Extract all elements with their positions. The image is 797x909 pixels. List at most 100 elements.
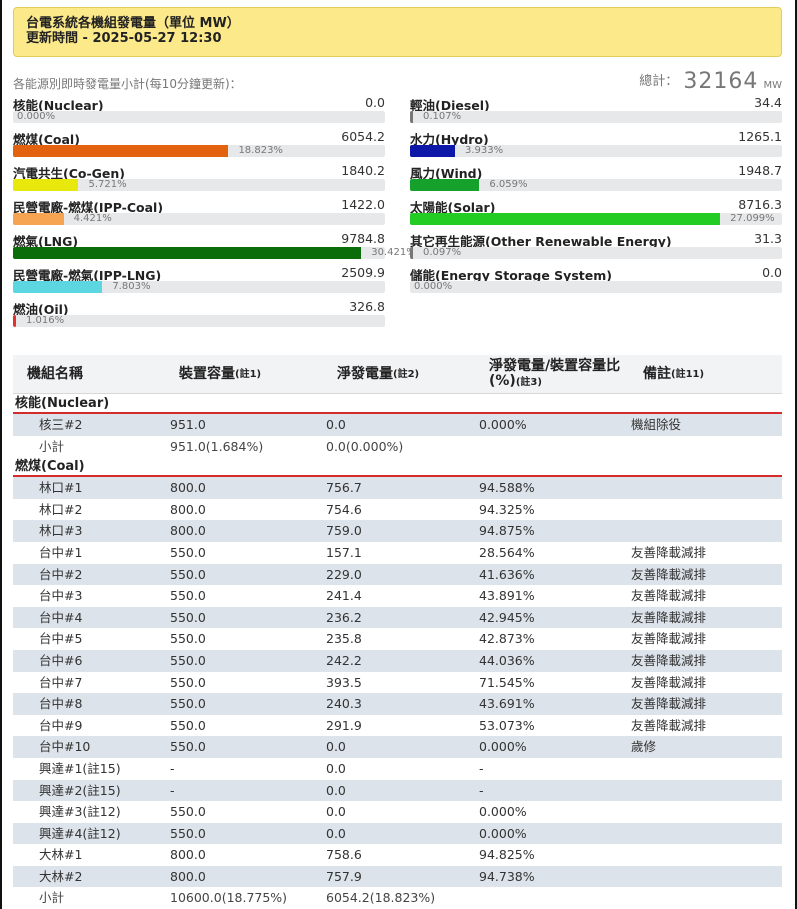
cell-capacity: 550.0 xyxy=(170,825,206,841)
header-unit-name[interactable]: 機組名稱 xyxy=(27,355,83,394)
cell-output: 0.0 xyxy=(326,739,346,755)
energy-value: 1948.7 xyxy=(738,163,782,178)
energy-percent: 3.933% xyxy=(465,145,504,156)
energy-percent: 1.016% xyxy=(26,315,65,326)
cell-ratio: 42.873% xyxy=(479,631,535,647)
cell-unit: 興達#1(註15) xyxy=(39,760,121,776)
cell-unit: 林口#2 xyxy=(39,501,83,517)
header-capacity[interactable]: 裝置容量 (註1) xyxy=(179,355,261,394)
cell-output: 0.0 xyxy=(326,417,346,432)
cell-capacity: 550.0 xyxy=(170,717,206,733)
cell-output: 235.8 xyxy=(326,631,362,647)
energy-percent: 6.059% xyxy=(489,179,528,190)
energy-value: 1265.1 xyxy=(738,129,782,144)
energy-percent: 0.000% xyxy=(414,281,453,292)
cell-output: 241.4 xyxy=(326,588,362,604)
cell-ratio: 94.738% xyxy=(479,868,535,884)
energy-bar-fill xyxy=(410,247,413,259)
energy-bar-track xyxy=(410,281,782,293)
cell-capacity: 10600.0(18.775%) xyxy=(170,890,288,906)
cell-ratio: 53.073% xyxy=(479,717,535,733)
cell-note: 友善降載減排 xyxy=(631,588,707,604)
table-row: 台中#1 550.0 157.1 28.564% 友善降載減排 xyxy=(13,542,782,564)
energy-bar-fill xyxy=(410,111,413,123)
cell-capacity: 550.0 xyxy=(170,566,206,582)
header-output-ratio[interactable]: 淨發電量/裝置容量比(%)(註3) xyxy=(489,355,639,394)
total-value: 32164 xyxy=(683,69,759,94)
cell-ratio: 71.545% xyxy=(479,674,535,690)
summary-header: 各能源別即時發電量小計(每10分鐘更新)： 總計： 32164 MW xyxy=(13,69,782,94)
cell-ratio: 94.588% xyxy=(479,480,535,496)
energy-bar-track xyxy=(13,281,385,293)
cell-output: 229.0 xyxy=(326,566,362,582)
header-remarks[interactable]: 備註 (註11) xyxy=(643,355,704,394)
cell-ratio: 0.000% xyxy=(479,417,527,432)
cell-unit: 台中#5 xyxy=(39,631,83,647)
energy-bar-fill xyxy=(13,247,362,259)
energy-percent: 27.099% xyxy=(730,213,775,224)
energy-value: 6054.2 xyxy=(341,129,385,144)
cell-output: 393.5 xyxy=(326,674,362,690)
cell-output: 759.0 xyxy=(326,523,362,539)
cell-note: 友善降載減排 xyxy=(631,631,707,647)
cell-ratio: 42.945% xyxy=(479,609,535,625)
table-row: 興達#4(註12) 550.0 0.0 0.000% xyxy=(13,822,782,845)
cell-unit: 台中#2 xyxy=(39,566,83,582)
cell-output: 0.0 xyxy=(326,804,346,820)
cell-note: 友善降載減排 xyxy=(631,609,707,625)
cell-output: 754.6 xyxy=(326,501,362,517)
cell-note: 機組除役 xyxy=(631,417,682,432)
energy-percent: 5.721% xyxy=(88,179,127,190)
cell-ratio: 0.000% xyxy=(479,804,527,820)
cell-unit: 台中#6 xyxy=(39,652,83,668)
cell-note: 友善降載減排 xyxy=(631,566,707,582)
energy-item: 燃油(Oil) 326.8 1.016% xyxy=(13,299,385,333)
cell-unit: 小計 xyxy=(39,438,65,454)
cell-capacity: 800.0 xyxy=(170,847,206,863)
energy-bar-track xyxy=(13,213,385,225)
cell-output: 757.9 xyxy=(326,868,362,884)
cell-ratio: 43.691% xyxy=(479,696,535,712)
cell-output: 242.2 xyxy=(326,652,362,668)
energy-item: 燃煤(Coal) 6054.2 18.823% xyxy=(13,129,385,163)
energy-item: 民營電廠-燃氣(IPP-LNG) 2509.9 7.803% xyxy=(13,265,385,299)
cell-capacity: 800.0 xyxy=(170,523,206,539)
table-row: 台中#7 550.0 393.5 71.545% 友善降載減排 xyxy=(13,672,782,694)
cell-ratio: 28.564% xyxy=(479,544,535,560)
cell-ratio: 44.036% xyxy=(479,652,535,668)
table-row: 興達#3(註12) 550.0 0.0 0.000% xyxy=(13,801,782,823)
energy-list-left: 核能(Nuclear) 0.0 0.000% 燃煤(Coal) 6054.2 18.823… xyxy=(13,95,416,333)
cell-ratio: 43.891% xyxy=(479,588,535,604)
table-row: 台中#5 550.0 235.8 42.873% 友善降載減排 xyxy=(13,628,782,650)
cell-capacity: - xyxy=(170,782,175,798)
total-output: 總計： 32164 MW xyxy=(639,69,782,94)
cell-note: 友善降載減排 xyxy=(631,652,707,668)
cell-output: 0.0(0.000%) xyxy=(326,438,404,454)
total-label: 總計： xyxy=(639,74,679,89)
cell-ratio: 41.636% xyxy=(479,566,535,582)
cell-unit: 台中#1 xyxy=(39,544,83,560)
energy-item: 風力(Wind) 1948.7 6.059% xyxy=(410,163,782,197)
energy-bar-fill xyxy=(13,281,103,293)
energy-bar-track xyxy=(13,145,385,157)
subtotal-row: 小計 951.0(1.684%) 0.0(0.000%) xyxy=(13,436,782,458)
cell-capacity: 800.0 xyxy=(170,868,206,884)
energy-value: 2509.9 xyxy=(341,265,385,280)
table-row: 林口#2 800.0 754.6 94.325% xyxy=(13,499,782,521)
header-net-output[interactable]: 淨發電量 (註2) xyxy=(337,355,419,394)
cell-ratio: - xyxy=(479,760,484,776)
cell-output: 291.9 xyxy=(326,717,362,733)
energy-value: 1422.0 xyxy=(341,197,385,212)
table-header: 機組名稱 裝置容量 (註1) 淨發電量 (註2) 淨發電量/裝置容量比(%)(註3)… xyxy=(13,355,782,394)
summary-note: 各能源別即時發電量小計(每10分鐘更新)： xyxy=(13,77,242,91)
table-row: 核三#2 951.0 0.0 0.000% 機組除役 xyxy=(13,414,782,436)
cell-capacity: 550.0 xyxy=(170,631,206,647)
energy-bar-track xyxy=(410,247,782,259)
cell-unit: 林口#3 xyxy=(39,523,83,539)
energy-bar-track xyxy=(13,247,385,259)
energy-value: 326.8 xyxy=(349,299,385,314)
energy-bar-fill xyxy=(410,145,456,157)
cell-output: 236.2 xyxy=(326,609,362,625)
cell-ratio: 0.000% xyxy=(479,739,527,755)
cell-ratio: 94.825% xyxy=(479,847,535,863)
